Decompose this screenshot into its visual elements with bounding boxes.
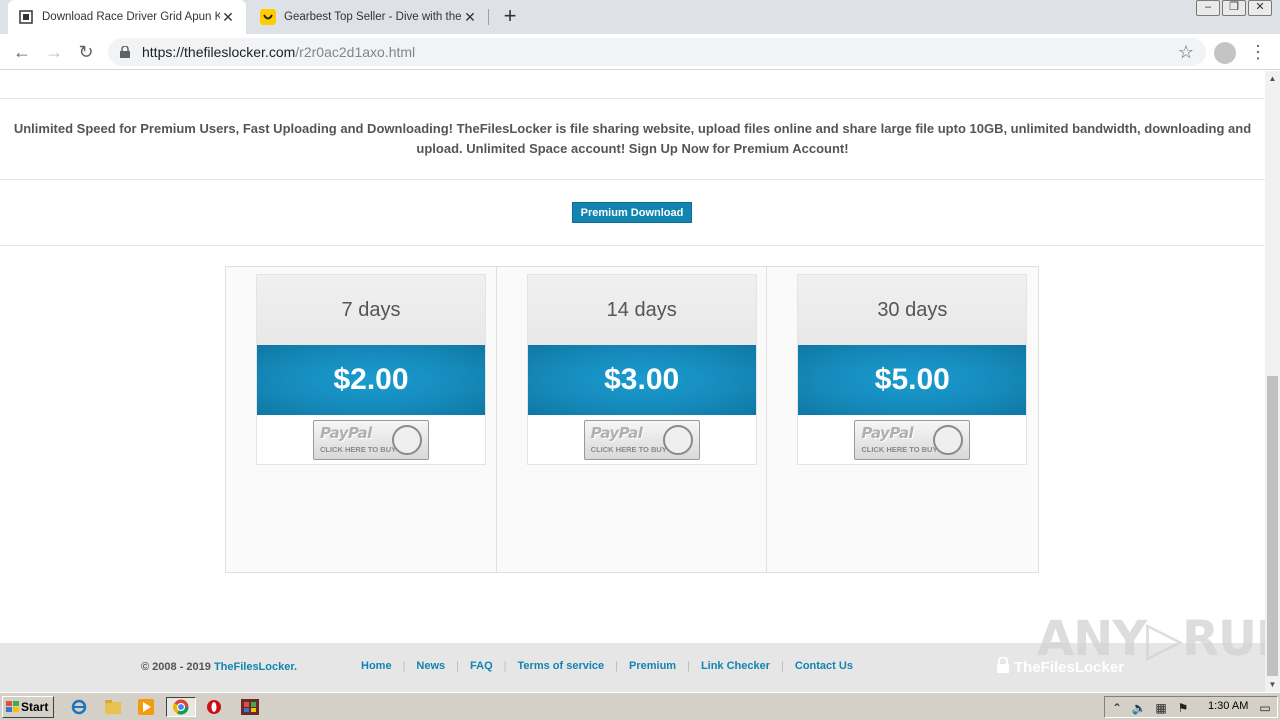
tab-active[interactable]: Download Race Driver Grid Apun Ka ✕	[8, 0, 246, 34]
plan-card-7-days: 7 days $2.00 PayPal CLICK HERE TO BUY	[256, 274, 486, 465]
plan-price: $2.00	[257, 345, 485, 415]
page-viewport: Unlimited Speed for Premium Users, Fast …	[0, 71, 1265, 692]
url-host: https://thefileslocker.com	[142, 44, 296, 60]
tab-close-icon[interactable]: ✕	[220, 9, 236, 25]
lock-icon	[120, 46, 134, 58]
chrome-icon[interactable]	[166, 697, 196, 717]
volume-icon[interactable]: 🔈	[1131, 700, 1147, 716]
restore-button[interactable]: ❐	[1222, 0, 1246, 16]
footer-link-home[interactable]: Home	[361, 660, 392, 672]
paypal-buy-button[interactable]: PayPal CLICK HERE TO BUY	[583, 420, 700, 460]
paypal-buy-button[interactable]: PayPal CLICK HERE TO BUY	[854, 420, 971, 460]
paypal-buy-button[interactable]: PayPal CLICK HERE TO BUY	[313, 420, 429, 460]
url-path: /r2r0ac2d1axo.html	[295, 44, 416, 60]
footer-link-contact[interactable]: Contact Us	[795, 660, 853, 672]
windows-flag-icon	[6, 701, 19, 712]
gearbest-favicon-icon	[260, 9, 276, 25]
window-controls: – ❐ ✕	[1196, 0, 1272, 16]
back-arrow-icon[interactable]: ←	[10, 40, 34, 64]
plan-column: 30 days $5.00 PayPal CLICK HERE TO BUY	[767, 267, 1038, 572]
start-button[interactable]: Start	[2, 696, 54, 718]
footer-link-link-checker[interactable]: Link Checker	[701, 660, 770, 672]
lock-logo-icon	[996, 656, 1010, 677]
footer-nav: Home | News | FAQ | Terms of service | Premi…	[361, 660, 853, 672]
plan-duration: 14 days	[527, 275, 756, 345]
page-scrollbar[interactable]: ▲ ▼	[1265, 71, 1280, 692]
start-label: Start	[21, 700, 49, 714]
copyright-prefix: © 2008 - 2019	[141, 661, 214, 673]
minimize-button[interactable]: –	[1196, 0, 1220, 16]
new-tab-button[interactable]: +	[498, 5, 522, 29]
folder-icon[interactable]	[102, 697, 124, 717]
cursor-click-icon	[392, 425, 422, 455]
clock: 1:30 AM	[1208, 700, 1249, 712]
scroll-thumb[interactable]	[1267, 376, 1278, 676]
close-window-button[interactable]: ✕	[1248, 0, 1272, 16]
plan-column: 7 days $2.00 PayPal CLICK HERE TO BUY	[226, 267, 497, 572]
internet-explorer-icon[interactable]	[68, 697, 90, 717]
plan-column: 14 days $3.00 PayPal CLICK HERE TO BUY	[497, 267, 768, 572]
cursor-click-icon	[662, 425, 693, 455]
divider	[0, 179, 1265, 180]
browser-tab-bar: Download Race Driver Grid Apun Ka ✕ Gear…	[0, 0, 1280, 34]
action-center-flag-icon[interactable]: ⚑	[1175, 700, 1191, 716]
copyright: © 2008 - 2019 TheFilesLocker.	[141, 661, 297, 673]
plan-duration: 30 days	[798, 275, 1027, 345]
reload-icon[interactable]: ↻	[74, 40, 98, 64]
divider	[0, 98, 1265, 99]
show-desktop-icon[interactable]: ▭	[1257, 700, 1273, 716]
system-tray: ⌃ 🔈 ▦ ⚑ ▭	[1104, 696, 1278, 718]
plan-duration: 7 days	[257, 275, 485, 345]
paypal-subtitle: CLICK HERE TO BUY	[861, 445, 938, 454]
windows-taskbar: Start ⌃ 🔈 ▦ ⚑ ▭ 1:30 AM	[0, 692, 1280, 720]
address-bar[interactable]: https://thefileslocker.com/r2r0ac2d1axo.…	[108, 38, 1206, 66]
footer-link-news[interactable]: News	[416, 660, 445, 672]
page-favicon-icon	[18, 9, 34, 25]
plan-price: $5.00	[798, 345, 1027, 415]
app-icon[interactable]	[236, 697, 264, 717]
browser-toolbar: ← → ↻ https://thefileslocker.com/r2r0ac2…	[0, 34, 1280, 70]
footer-link-premium[interactable]: Premium	[629, 660, 676, 672]
plan-card-14-days: 14 days $3.00 PayPal CLICK HERE TO BUY	[526, 274, 757, 465]
tab-title: Download Race Driver Grid Apun Ka	[42, 11, 220, 23]
scroll-down-arrow-icon[interactable]: ▼	[1265, 677, 1280, 692]
plan-card-30-days: 30 days $5.00 PayPal CLICK HERE TO BUY	[797, 274, 1028, 465]
tray-expand-icon[interactable]: ⌃	[1109, 700, 1125, 716]
plan-price: $3.00	[527, 345, 756, 415]
tab-inactive[interactable]: Gearbest Top Seller - Dive with the C ✕	[250, 0, 488, 34]
footer-link-terms[interactable]: Terms of service	[518, 660, 605, 672]
tab-separator	[488, 9, 489, 25]
scroll-up-arrow-icon[interactable]: ▲	[1265, 71, 1280, 86]
network-icon[interactable]: ▦	[1153, 700, 1169, 716]
bookmark-star-icon[interactable]: ☆	[1174, 40, 1198, 64]
media-player-icon[interactable]	[135, 697, 157, 717]
divider	[0, 245, 1265, 246]
pricing-plans: 7 days $2.00 PayPal CLICK HERE TO BUY 14…	[225, 266, 1039, 573]
premium-download-button[interactable]: Premium Download	[572, 202, 692, 223]
copyright-brand-link[interactable]: TheFilesLocker.	[214, 661, 297, 673]
paypal-subtitle: CLICK HERE TO BUY	[590, 445, 667, 454]
site-footer: © 2008 - 2019 TheFilesLocker. Home | News…	[0, 611, 1265, 692]
anyrun-watermark: ANY▷RUN	[1037, 611, 1265, 667]
paypal-subtitle: CLICK HERE TO BUY	[320, 445, 397, 454]
opera-icon[interactable]	[203, 697, 225, 717]
cursor-click-icon	[933, 425, 964, 455]
footer-link-faq[interactable]: FAQ	[470, 660, 493, 672]
paypal-logo: PayPal	[861, 424, 914, 442]
profile-avatar-icon[interactable]	[1214, 42, 1236, 64]
tab-close-icon[interactable]: ✕	[462, 9, 478, 25]
paypal-logo: PayPal	[590, 424, 643, 442]
tab-title: Gearbest Top Seller - Dive with the C	[284, 11, 462, 23]
paypal-logo: PayPal	[320, 424, 372, 442]
browser-menu-icon[interactable]: ⋮	[1248, 40, 1268, 64]
forward-arrow-icon[interactable]: →	[42, 40, 66, 64]
promo-text: Unlimited Speed for Premium Users, Fast …	[13, 121, 1252, 156]
